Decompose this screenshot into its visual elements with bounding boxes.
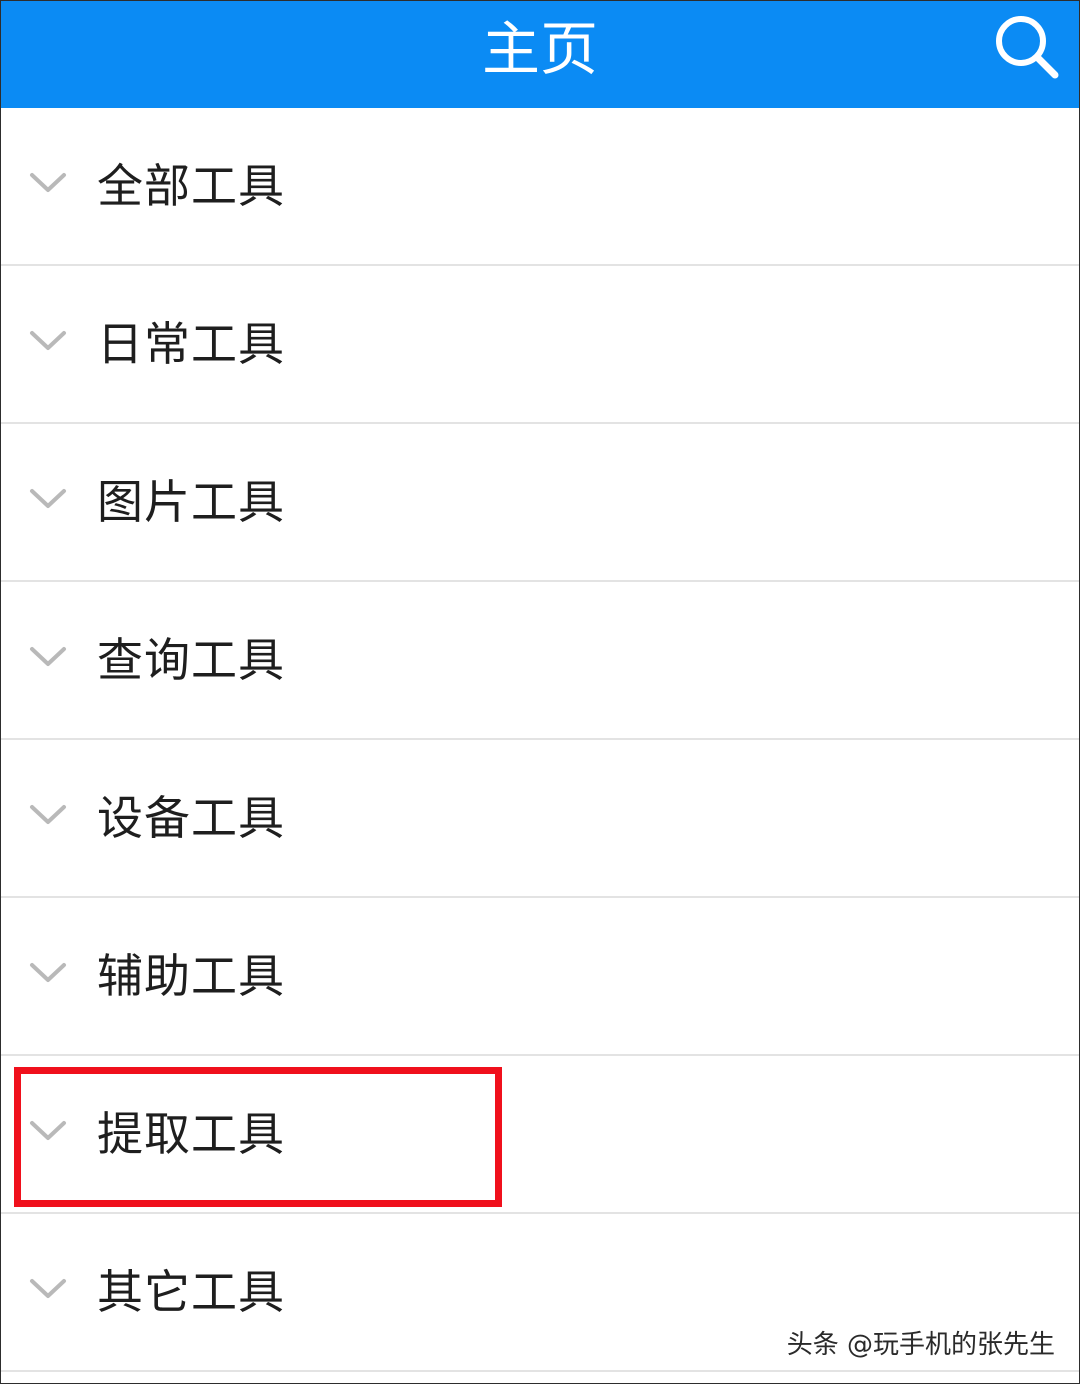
chevron-down-icon	[30, 489, 66, 508]
tool-category-list: 全部工具 日常工具 图片工具 查询工具 设备工具 辅助工具 提取工具 其它工具	[1, 108, 1079, 1372]
category-label: 查询工具	[97, 633, 285, 687]
app-screen: 主页 全部工具 日常工具 图片工具 查询工具 设备工具 辅助工具 提取工具 其它…	[0, 0, 1080, 1384]
category-row-query-tools[interactable]: 查询工具	[1, 582, 1079, 740]
category-row-assist-tools[interactable]: 辅助工具	[1, 898, 1079, 1056]
chevron-down-icon	[30, 647, 66, 666]
category-label: 辅助工具	[97, 949, 285, 1003]
category-row-device-tools[interactable]: 设备工具	[1, 740, 1079, 898]
search-button[interactable]	[993, 13, 1061, 81]
chevron-down-icon	[30, 1279, 66, 1298]
watermark-text: 头条 @玩手机的张先生	[786, 1330, 1055, 1360]
category-label: 其它工具	[97, 1265, 285, 1319]
chevron-down-icon	[30, 963, 66, 982]
category-label: 图片工具	[97, 475, 285, 529]
chevron-down-icon	[30, 173, 66, 192]
category-label: 提取工具	[97, 1107, 285, 1161]
page-title: 主页	[481, 15, 598, 83]
category-row-image-tools[interactable]: 图片工具	[1, 424, 1079, 582]
search-icon	[996, 16, 1059, 79]
category-row-extract-tools[interactable]: 提取工具	[1, 1056, 1079, 1214]
top-app-bar: 主页	[1, 1, 1079, 108]
category-label: 日常工具	[97, 317, 285, 371]
chevron-down-icon	[30, 1121, 66, 1140]
category-label: 全部工具	[97, 159, 285, 213]
category-row-daily-tools[interactable]: 日常工具	[1, 266, 1079, 424]
category-row-all-tools[interactable]: 全部工具	[1, 108, 1079, 266]
chevron-down-icon	[30, 331, 66, 350]
chevron-down-icon	[30, 805, 66, 824]
category-label: 设备工具	[97, 791, 285, 845]
